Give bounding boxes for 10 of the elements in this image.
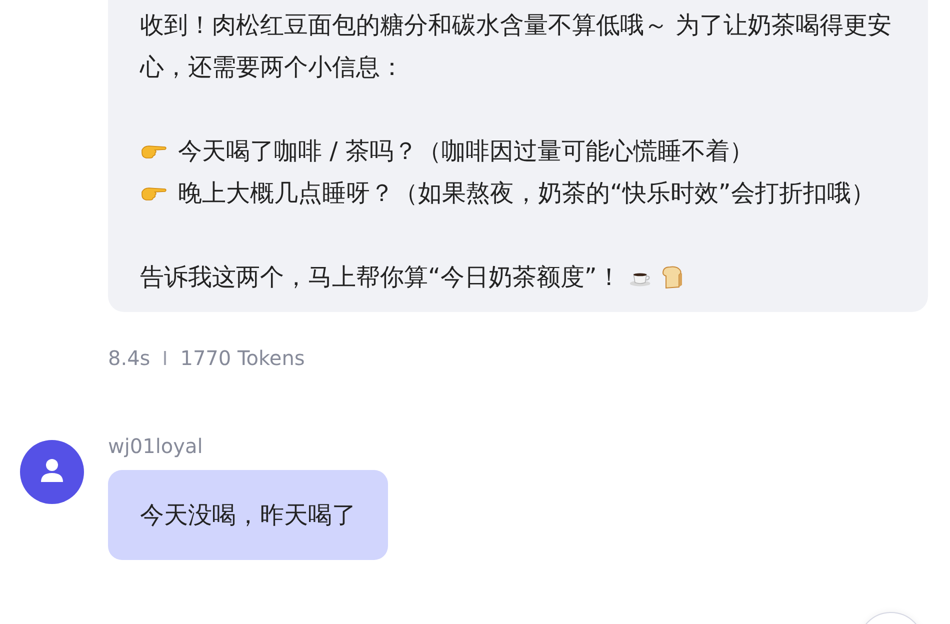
message-text: 收到！肉松红豆面包的糖分和碳水含量不算低哦～ 为了让奶茶喝得更安心，还需要两个小信息： bbox=[140, 10, 893, 83]
bullet-text: 今天喝了咖啡 / 茶吗？（咖啡因过量可能心慌睡不着） bbox=[178, 136, 754, 167]
user-avatar bbox=[20, 440, 84, 504]
response-time: 8.4s bbox=[108, 346, 150, 370]
token-count: 1770 Tokens bbox=[180, 346, 305, 370]
bullet-text: 晚上大概几点睡呀？（如果熬夜，奶茶的“快乐时效”会打折扣哦） bbox=[178, 178, 875, 209]
message-text: 告诉我这两个，马上帮你算“今日奶茶额度”！ bbox=[140, 263, 621, 291]
username: wj01loyal bbox=[108, 433, 203, 460]
bread-icon bbox=[660, 265, 684, 289]
message-text: 今天没喝，昨天喝了 bbox=[140, 501, 356, 529]
